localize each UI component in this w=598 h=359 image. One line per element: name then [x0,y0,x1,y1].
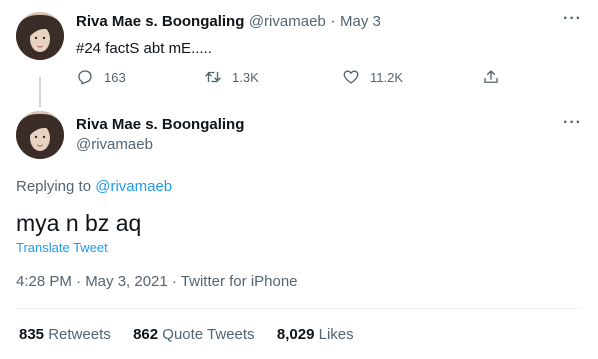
replying-prefix: Replying to [16,178,92,195]
reply-icon [78,70,92,85]
quote-tweets-label: Quote Tweets [162,326,255,343]
avatar[interactable] [16,12,64,60]
tweet-timestamp[interactable]: 4:28 PM · May 3, 2021 · Twitter for iPho… [16,273,298,290]
like-count: 11.2K [370,69,404,85]
thread-line [39,77,41,107]
display-name[interactable]: Riva Mae s. Boongaling [76,116,244,133]
heart-icon [343,70,359,84]
quote-tweets-stat[interactable]: 862 Quote Tweets [133,326,254,343]
retweets-label: Retweets [48,326,111,343]
likes-count: 8,029 [276,326,315,343]
retweets-stat[interactable]: 835 Retweets [19,326,111,343]
user-handle[interactable]: @rivamaeb [76,136,153,153]
reply-button[interactable]: 163 [76,68,126,86]
likes-stat[interactable]: 8,029 Likes [277,326,354,343]
retweets-count: 835 [19,326,45,343]
retweet-count: 1.3K [232,69,259,85]
share-button[interactable] [482,68,510,86]
more-dots-icon[interactable]: ··· [563,10,582,28]
tweet-stats: 835 Retweets 862 Quote Tweets 8,029 Like… [19,326,354,343]
divider [16,308,582,309]
reply-count: 163 [104,69,126,85]
avatar[interactable] [16,111,64,159]
main-tweet-text: mya n bz aq [16,210,142,236]
display-name[interactable]: Riva Mae s. Boongaling [76,13,244,30]
retweet-icon [205,71,221,83]
parent-tweet-header: Riva Mae s. Boongaling @rivamaeb · May 3 [76,13,381,31]
quote-tweets-count: 862 [133,326,159,343]
replying-handle-link[interactable]: @rivamaeb [95,178,172,195]
translate-tweet-link[interactable]: Translate Tweet [16,240,108,255]
separator-dot: · [330,13,336,30]
user-handle[interactable]: @rivamaeb [249,13,326,30]
likes-label: Likes [318,326,354,343]
like-button[interactable]: 11.2K [342,68,403,86]
more-dots-icon[interactable]: ··· [563,114,582,132]
parent-tweet-text: #24 factS abt mE..... [76,40,212,57]
share-icon [484,70,498,83]
avatar-image [16,111,64,159]
avatar-image [16,12,64,60]
retweet-button[interactable]: 1.3K [204,68,259,86]
replying-to: Replying to @rivamaeb [16,178,172,195]
tweet-date[interactable]: May 3 [340,13,381,30]
